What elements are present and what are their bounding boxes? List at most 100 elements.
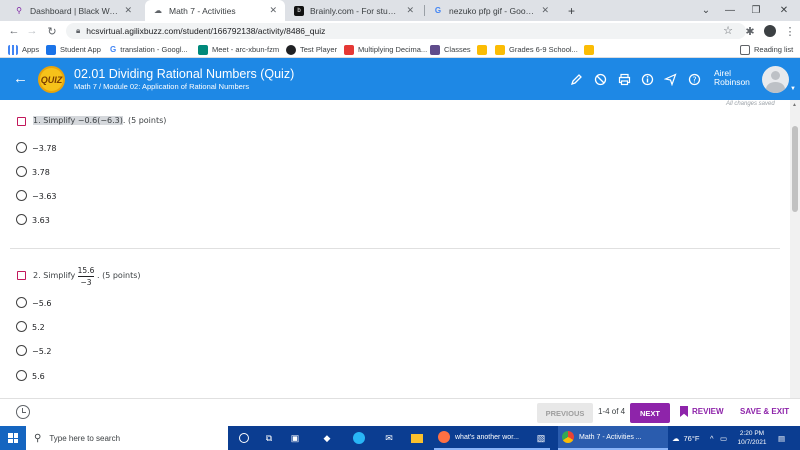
network-icon[interactable]: ▭ [720, 426, 727, 450]
tab-google-search[interactable]: G nezuko pfp gif - Google Search ✕ [425, 0, 557, 21]
reading-list-button[interactable]: Reading list [740, 41, 793, 58]
send-icon[interactable] [662, 71, 678, 87]
info-icon[interactable] [639, 71, 655, 87]
flag-icon[interactable] [17, 117, 26, 126]
answer-option[interactable]: −3.78 [32, 144, 57, 153]
minimize-icon[interactable]: — [718, 0, 742, 21]
answer-option[interactable]: 3.63 [32, 216, 50, 225]
bookmark-icon [680, 406, 688, 417]
clock-time: 2:20 PM [739, 430, 765, 437]
bookmark-student-app[interactable]: Student App [46, 41, 101, 58]
scrollbar-thumb[interactable] [792, 126, 798, 212]
answer-option[interactable]: 5.2 [32, 323, 45, 332]
user-last-name: Robinson [714, 77, 750, 87]
question-points: . (5 points) [97, 271, 141, 280]
bookmark-folder[interactable] [584, 41, 598, 58]
weather-widget[interactable]: ☁ 76°F [672, 426, 699, 450]
browser-tab-strip: ⚲ Dashboard | Black Water Middle ✕ ☁ Mat… [0, 0, 800, 21]
tab-search-icon[interactable]: ⌄ [694, 0, 718, 21]
answer-option[interactable]: 3.78 [32, 168, 50, 177]
bookmark-classes[interactable]: Classes [430, 41, 471, 58]
task-view-icon[interactable]: ⧉ [262, 431, 276, 445]
meet-icon [198, 44, 208, 55]
close-tab-icon[interactable]: ✕ [124, 5, 132, 16]
notification-icon[interactable]: ▤ [778, 426, 785, 450]
radio-button[interactable] [16, 142, 27, 153]
bookmark-folder[interactable] [477, 41, 491, 58]
dropbox-icon[interactable]: ◆ [320, 431, 334, 445]
windows-logo-icon [8, 433, 18, 443]
flag-icon[interactable] [17, 271, 26, 280]
previous-button[interactable]: PREVIOUS [537, 403, 593, 423]
start-button[interactable] [0, 426, 26, 450]
close-tab-icon[interactable]: ✕ [406, 5, 414, 16]
radio-button[interactable] [16, 214, 27, 225]
bookmark-translation[interactable]: G translation - Googl... [110, 41, 188, 58]
close-tab-icon[interactable]: ✕ [541, 5, 549, 16]
chevron-down-icon[interactable]: ▼ [790, 86, 796, 92]
bookmark-label: Multiplying Decima... [358, 45, 428, 54]
bookmark-grades[interactable]: Grades 6-9 School... [495, 41, 578, 58]
extensions-icon[interactable]: ✱ [742, 23, 758, 39]
answer-option[interactable]: −3.63 [32, 192, 57, 201]
user-name[interactable]: Airel Robinson [714, 69, 750, 87]
search-icon: ⚲ [34, 432, 42, 444]
radio-button[interactable] [16, 370, 27, 381]
breadcrumb: Math 7 / Module 02: Application of Ratio… [74, 82, 250, 91]
edge-icon[interactable] [352, 431, 366, 445]
print-icon[interactable] [616, 71, 632, 87]
taskbar-search[interactable]: ⚲ Type here to search [26, 426, 228, 450]
review-button[interactable]: REVIEW [680, 406, 724, 417]
answer-option[interactable]: −5.2 [32, 347, 51, 356]
reload-icon[interactable]: ↻ [44, 23, 60, 39]
windows-taskbar: ⚲ Type here to search ⧉ ▣ ◆ ✉ what's ano… [0, 426, 800, 450]
menu-kebab-icon[interactable]: ⋮ [782, 23, 798, 39]
back-arrow-icon[interactable]: ← [13, 70, 28, 87]
tab-math7[interactable]: ☁ Math 7 - Activities ✕ [145, 0, 285, 21]
bookmark-apps[interactable]: Apps [8, 41, 39, 58]
taskbar-app-label: what's another wor... [455, 433, 519, 441]
file-explorer-icon[interactable] [410, 431, 424, 445]
radio-button[interactable] [16, 190, 27, 201]
restore-icon[interactable]: ❐ [744, 0, 768, 21]
save-exit-button[interactable]: SAVE & EXIT [740, 407, 789, 416]
close-window-icon[interactable]: ✕ [772, 0, 796, 21]
taskbar-app-firefox[interactable]: what's another wor... [434, 426, 550, 450]
close-tab-icon[interactable]: ✕ [269, 5, 277, 16]
new-tab-button[interactable]: + [560, 0, 580, 21]
page-title: 02.01 Dividing Rational Numbers (Quiz) [74, 67, 295, 81]
bookmark-test-player[interactable]: Test Player [286, 41, 337, 58]
taskbar-clock[interactable]: 2:20 PM 10/7/2021 [732, 429, 772, 447]
photos-icon[interactable]: ▧ [534, 431, 548, 445]
cortana-icon[interactable] [237, 431, 251, 445]
avatar-body [766, 82, 785, 93]
answer-option[interactable]: −5.6 [32, 299, 51, 308]
scrollbar[interactable]: ▲ [790, 100, 800, 398]
tray-chevron-icon[interactable]: ^ [710, 426, 714, 450]
answer-option[interactable]: 5.6 [32, 372, 45, 381]
bookmark-multiplying[interactable]: Multiplying Decima... [344, 41, 427, 58]
tab-dashboard[interactable]: ⚲ Dashboard | Black Water Middle ✕ [6, 0, 140, 21]
pencil-icon[interactable] [568, 71, 584, 87]
bookmark-meet[interactable]: Meet - arc-xbun-fzm [198, 41, 279, 58]
radio-button[interactable] [16, 297, 27, 308]
bookmark-star-icon[interactable]: ☆ [720, 22, 736, 38]
avatar[interactable] [762, 66, 789, 93]
scroll-up-icon[interactable]: ▲ [792, 102, 797, 108]
help-icon[interactable]: ? [686, 71, 702, 87]
bookmark-label: Meet - arc-xbun-fzm [212, 45, 280, 54]
forward-arrow-icon[interactable]: → [24, 23, 40, 39]
back-arrow-icon[interactable]: ← [6, 23, 22, 39]
profile-icon[interactable] [762, 23, 778, 39]
radio-button[interactable] [16, 166, 27, 177]
store-icon[interactable]: ▣ [288, 431, 302, 445]
tab-brainly[interactable]: b Brainly.com - For students. By st ✕ [286, 0, 422, 21]
mail-icon[interactable]: ✉ [382, 431, 396, 445]
history-icon[interactable] [16, 405, 30, 419]
block-icon[interactable] [592, 71, 608, 87]
radio-button[interactable] [16, 345, 27, 356]
next-button[interactable]: NEXT [630, 403, 670, 423]
address-bar[interactable]: 🔒︎ hcsvirtual.agilixbuzz.com/student/166… [66, 23, 746, 39]
radio-button[interactable] [16, 321, 27, 332]
taskbar-app-chrome[interactable]: Math 7 - Activities ... [558, 426, 668, 450]
